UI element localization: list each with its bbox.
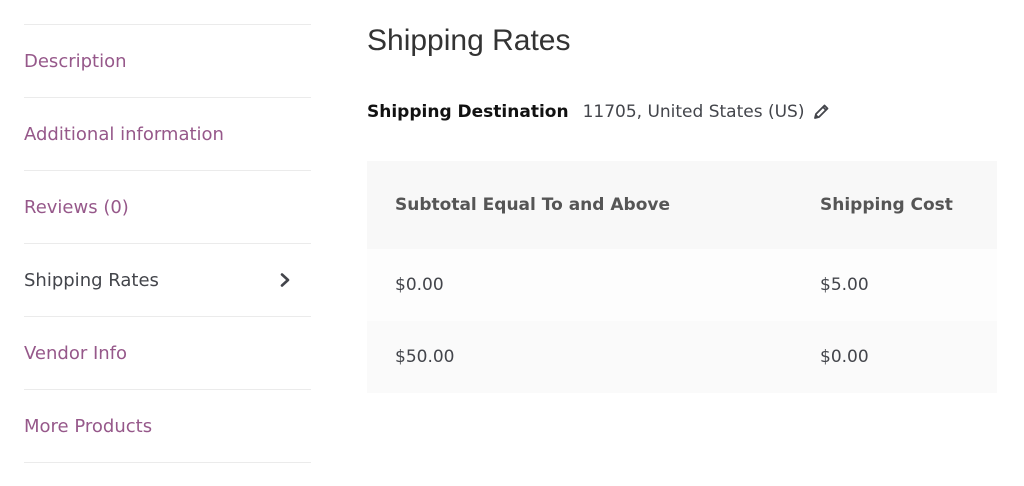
shipping-destination: Shipping Destination 11705, United State… bbox=[367, 102, 831, 122]
page-title: Shipping Rates bbox=[367, 24, 571, 57]
table-row: $0.00 $5.00 bbox=[367, 249, 997, 321]
column-header-shipping-cost: Shipping Cost bbox=[820, 195, 953, 215]
tab-label: Description bbox=[24, 50, 127, 72]
tab-description[interactable]: Description bbox=[24, 25, 311, 98]
table-header-row: Subtotal Equal To and Above Shipping Cos… bbox=[367, 161, 997, 249]
tab-reviews[interactable]: Reviews (0) bbox=[24, 171, 311, 244]
tab-label: Shipping Rates bbox=[24, 269, 159, 291]
subtotal-cell: $50.00 bbox=[395, 347, 455, 367]
destination-label: Shipping Destination bbox=[367, 102, 569, 122]
chevron-right-icon bbox=[279, 273, 291, 287]
page: Description Additional information Revie… bbox=[0, 0, 1024, 486]
destination-value: 11705, United States (US) bbox=[582, 102, 805, 122]
shipping-rates-table: Subtotal Equal To and Above Shipping Cos… bbox=[367, 161, 997, 393]
column-header-subtotal: Subtotal Equal To and Above bbox=[395, 195, 670, 215]
shipping-cost-cell: $5.00 bbox=[820, 275, 869, 295]
table-row: $50.00 $0.00 bbox=[367, 321, 997, 393]
tab-label: Vendor Info bbox=[24, 342, 128, 364]
tab-additional-information[interactable]: Additional information bbox=[24, 98, 311, 171]
tab-label: Reviews (0) bbox=[24, 196, 129, 218]
subtotal-cell: $0.00 bbox=[395, 275, 444, 295]
tab-label: More Products bbox=[24, 415, 153, 437]
shipping-cost-cell: $0.00 bbox=[820, 347, 869, 367]
tab-more-products[interactable]: More Products bbox=[24, 390, 311, 463]
tab-vendor-info[interactable]: Vendor Info bbox=[24, 317, 311, 390]
pencil-icon[interactable] bbox=[811, 102, 831, 122]
tab-shipping-rates[interactable]: Shipping Rates bbox=[24, 244, 311, 317]
tab-label: Additional information bbox=[24, 123, 224, 145]
product-tabs: Description Additional information Revie… bbox=[24, 24, 311, 463]
